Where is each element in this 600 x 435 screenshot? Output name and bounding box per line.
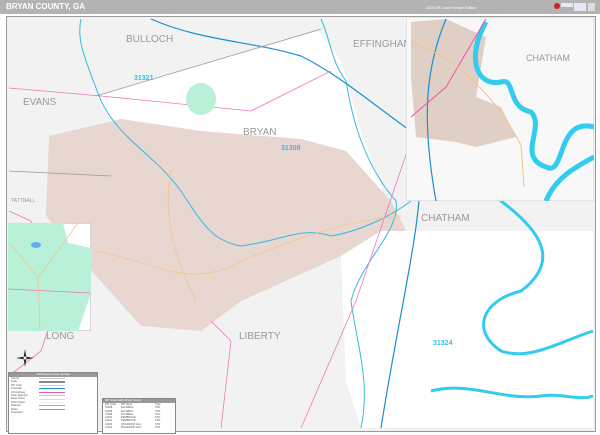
zip-area-31324	[341, 231, 593, 428]
market-maps-logo-icon	[554, 3, 595, 11]
edition-label: 2020 ZIP Code Premium Edition	[426, 6, 477, 10]
label-long: LONG	[46, 331, 75, 342]
label-evans: EVANS	[23, 97, 56, 108]
zip-label-31308: 31308	[281, 145, 301, 152]
label-bryan: BRYAN	[243, 127, 277, 138]
inset-pembroke[interactable]	[8, 223, 91, 331]
zip-label-31321: 31321	[134, 75, 154, 82]
label-bulloch: BULLOCH	[126, 34, 173, 45]
label-chatham-south: CHATHAM	[421, 213, 470, 224]
map-legend: 2020 Bryan County, GA Map County State Z…	[8, 372, 98, 434]
map-frame[interactable]: BULLOCH EFFINGHAM EVANS BRYAN CHATHAM TA…	[6, 16, 596, 432]
table-row: 31324 RICHMOND HILL STD	[105, 426, 161, 430]
compass-rose-icon	[16, 349, 34, 367]
label-effingham: EFFINGHAM	[353, 39, 412, 50]
label-chatham-north: CHATHAM	[526, 53, 570, 63]
legend-population-title: Population	[11, 410, 24, 414]
pembroke-city-area	[186, 83, 216, 115]
title-bar: BRYAN COUNTY, GA 2020 ZIP Code Premium E…	[0, 0, 600, 14]
inset-richmond-hill-north[interactable]: CHATHAM	[406, 17, 594, 201]
zip-code-table: ZIP Codes within Bryan County ZIP Code ZI…	[102, 398, 176, 434]
us-highway-south	[210, 320, 232, 429]
map-title: BRYAN COUNTY, GA	[6, 2, 85, 11]
zip-label-31324: 31324	[433, 340, 453, 347]
label-liberty: LIBERTY	[239, 331, 281, 342]
label-tattnall: TATTNALL	[11, 198, 35, 204]
